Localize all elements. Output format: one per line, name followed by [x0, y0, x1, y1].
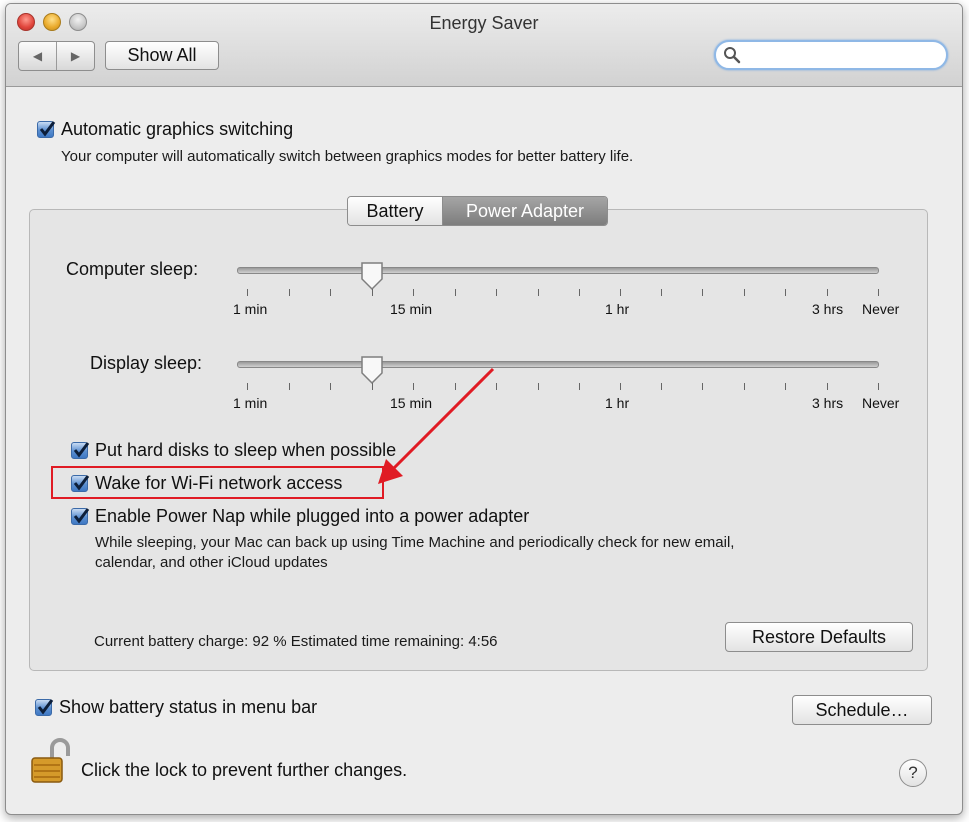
highlight-box	[51, 466, 384, 499]
computer-sleep-tick-1min: 1 min	[233, 301, 268, 317]
display-sleep-tick-never: Never	[862, 395, 900, 411]
display-sleep-tick-1min: 1 min	[233, 395, 268, 411]
computer-sleep-tick-15min: 15 min	[390, 301, 433, 317]
show-battery-status-label: Show battery status in menu bar	[59, 697, 318, 717]
computer-sleep-tick-1hr: 1 hr	[605, 301, 630, 317]
title-bar: Energy Saver ◀ ▶ Show All	[6, 4, 962, 87]
display-sleep-tick-3hrs: 3 hrs	[812, 395, 844, 411]
computer-sleep-track[interactable]	[237, 267, 879, 274]
back-forward-control: ◀ ▶	[18, 41, 95, 71]
battery-status-text: Current battery charge: 92 % Estimated t…	[94, 633, 498, 650]
tab-power-adapter[interactable]: Power Adapter	[443, 197, 607, 225]
help-button[interactable]: ?	[899, 759, 927, 787]
hard-disk-sleep-checkbox[interactable]	[71, 442, 90, 459]
padlock-open-icon[interactable]	[28, 738, 72, 784]
computer-sleep-knob[interactable]	[359, 261, 385, 291]
auto-graphics-label: Automatic graphics switching	[61, 119, 294, 139]
back-button[interactable]: ◀	[19, 42, 57, 70]
tab-bar: Battery Power Adapter	[347, 196, 608, 226]
display-sleep-knob[interactable]	[359, 355, 385, 385]
computer-sleep-tick-never: Never	[862, 301, 900, 317]
auto-graphics-checkbox[interactable]	[37, 121, 56, 138]
window-title: Energy Saver	[429, 13, 539, 33]
display-sleep-tick-1hr: 1 hr	[605, 395, 630, 411]
forward-arrow-icon: ▶	[70, 49, 81, 63]
power-nap-label: Enable Power Nap while plugged into a po…	[95, 506, 530, 526]
restore-defaults-button[interactable]: Restore Defaults	[725, 622, 913, 652]
computer-sleep-tick-3hrs: 3 hrs	[812, 301, 844, 317]
lock-label: Click the lock to prevent further change…	[81, 760, 408, 780]
schedule-button[interactable]: Schedule…	[792, 695, 932, 725]
computer-sleep-label: Computer sleep:	[66, 259, 199, 279]
power-nap-checkbox[interactable]	[71, 508, 90, 525]
power-nap-description-line-1: While sleeping, your Mac can back up usi…	[95, 534, 735, 551]
hard-disk-sleep-label: Put hard disks to sleep when possible	[95, 440, 397, 460]
power-nap-description-line-2: calendar, and other iCloud updates	[95, 554, 328, 571]
show-battery-status-checkbox[interactable]	[35, 699, 54, 716]
display-sleep-track[interactable]	[237, 361, 879, 368]
display-sleep-tick-15min: 15 min	[390, 395, 433, 411]
show-all-button[interactable]: Show All	[105, 41, 219, 70]
tab-battery[interactable]: Battery	[348, 197, 443, 225]
display-sleep-label: Display sleep:	[90, 353, 203, 373]
forward-button[interactable]: ▶	[57, 42, 94, 70]
back-arrow-icon: ◀	[32, 49, 43, 63]
auto-graphics-description: Your computer will automatically switch …	[61, 148, 634, 165]
search-field[interactable]	[714, 40, 948, 70]
search-icon	[723, 46, 741, 69]
